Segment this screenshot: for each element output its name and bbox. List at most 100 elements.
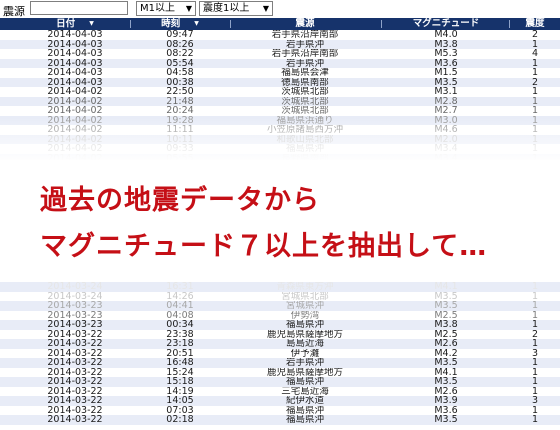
cell-date: 2014-03-24 [47,291,103,301]
cell-intensity: 1 [531,377,539,387]
sort-desc-icon: ▼ [194,20,199,27]
epicenter-search-input[interactable] [30,1,128,15]
cell-epicenter: 茨城県北部 [281,106,329,116]
cell-magnitude: M2.7 [434,106,458,116]
cell-magnitude: M3.5 [434,377,458,387]
cell-date: 2014-03-22 [47,339,103,349]
cell-epicenter: 青森県東方沖 [276,282,334,292]
cell-intensity: 2 [531,30,539,40]
table-row[interactable]: 2014-03-23 04:08 伊勢湾 M2.5 1 [0,310,560,320]
cell-date: 2014-03-22 [47,358,103,368]
table-row[interactable]: 2014-04-02 22:50 茨城県北部 M3.1 1 [0,87,560,97]
cell-date: 2014-03-23 [47,310,103,320]
table-row[interactable]: 2014-04-02 20:24 茨城県北部 M2.7 1 [0,106,560,116]
cell-intensity: 1 [531,301,539,311]
cell-magnitude: M3.6 [434,405,458,415]
cell-time: 04:08 [166,310,194,320]
cell-intensity: 4 [531,49,539,59]
cell-magnitude: M3.8 [434,320,458,330]
cell-time: 20:24 [166,106,194,116]
table-row[interactable]: 2014-03-23 04:41 宮城県沖 M3.5 1 [0,301,560,311]
table-row[interactable]: 2014-04-03 08:26 岩手県沖 M3.8 1 [0,39,560,49]
cell-time: 14:05 [166,396,194,406]
table-row[interactable]: 2014-03-22 23:38 鹿児島県薩摩地方 M2.5 2 [0,329,560,339]
cell-epicenter: 紀伊水道 [285,396,324,406]
cell-time: 14:19 [166,386,194,396]
table-row[interactable]: 2014-04-03 05:54 岩手県沖 M3.6 1 [0,58,560,68]
cell-time: 22:50 [166,87,194,97]
cell-epicenter: 島島近海 [285,339,324,349]
cell-date: 2014-04-03 [47,39,103,49]
cell-date: 2014-03-22 [47,396,103,406]
overlay-caption-line-2: マグニチュード７以上を抽出して… [40,231,488,262]
table-row[interactable]: 2014-03-24 14:26 宮城県北部 M3.5 1 [0,291,560,301]
table-row[interactable]: 2014-03-22 14:05 紀伊水道 M3.9 3 [0,396,560,406]
cell-intensity: 1 [531,310,539,320]
cell-epicenter: 岩手県沖 [285,39,324,49]
chevron-down-icon: ▼ [185,4,192,13]
cell-magnitude: M4.1 [434,282,458,292]
intensity-select[interactable]: 震度1以上 ▼ [199,1,273,16]
cell-intensity: 1 [531,282,539,292]
cell-time: 16:48 [166,358,194,368]
cell-magnitude: M3.5 [434,77,458,87]
table-row[interactable]: 2014-03-22 02:18 福島県沖 M3.5 1 [0,415,560,425]
cell-epicenter: 岩手県沖 [285,58,324,68]
cell-magnitude: M3.5 [434,301,458,311]
column-header-epicenter[interactable]: 震源 [230,18,380,30]
table-row[interactable]: 2014-03-22 15:24 鹿児島県薩摩地方 M4.1 1 [0,367,560,377]
table-row[interactable]: 2014-03-22 15:18 福島県沖 M3.5 1 [0,377,560,387]
cell-date: 2014-03-22 [47,367,103,377]
column-header-intensity[interactable]: 震度 [510,18,560,30]
cell-intensity: 1 [531,39,539,49]
table-row[interactable]: 2014-03-22 20:51 伊予灘 M4.2 3 [0,348,560,358]
epicenter-label: 震源 [3,5,25,18]
table-row[interactable]: 2014-03-22 16:48 岩手県沖 M3.5 1 [0,358,560,368]
cell-intensity: 1 [531,58,539,68]
cell-magnitude: M2.5 [434,329,458,339]
cell-magnitude: M3.1 [434,87,458,97]
cell-intensity: 1 [531,68,539,78]
table-row[interactable]: 2014-04-03 09:47 岩手県沿岸南部 M4.0 2 [0,30,560,40]
cell-date: 2014-03-23 [47,301,103,311]
cell-time: 08:26 [166,39,194,49]
cell-magnitude: M3.9 [434,396,458,406]
cell-epicenter: 茨城県北部 [281,87,329,97]
cell-date: 2014-03-22 [47,405,103,415]
table-row[interactable]: 2014-03-23 00:34 福島県沖 M3.8 1 [0,320,560,330]
cell-intensity: 1 [531,87,539,97]
table-row[interactable]: 2014-03-22 07:03 福島県沖 M3.6 1 [0,405,560,415]
cell-time: 04:58 [166,68,194,78]
cell-time: 02:18 [166,415,194,425]
table-row[interactable]: 2014-04-02 21:48 茨城県北部 M2.8 1 [0,96,560,106]
cell-epicenter: 福島県会津 [281,68,329,78]
cell-time: 16:31 [166,282,194,292]
cell-time: 09:47 [166,30,194,40]
cell-epicenter: 岩手県沿岸南部 [271,49,339,59]
column-header-magnitude[interactable]: マグニチュード [382,18,510,30]
cell-magnitude: M3.5 [434,358,458,368]
overlay-caption-line-1: 過去の地震データから [40,185,320,216]
table-row[interactable]: 2014-03-22 23:18 島島近海 M2.6 1 [0,339,560,349]
table-row[interactable]: 2014-04-03 04:58 福島県会津 M1.5 1 [0,68,560,78]
table-row[interactable]: 2014-04-03 00:38 徳島県南部 M3.5 2 [0,77,560,87]
table-row[interactable]: 2014-03-22 14:19 三宅島近海 M2.6 1 [0,386,560,396]
cell-epicenter: 徳島県南部 [281,77,329,87]
cell-epicenter: 三宅島近海 [281,386,329,396]
cell-magnitude: M3.5 [434,291,458,301]
table-row[interactable]: 2014-03-24 16:31 青森県東方沖 M4.1 1 [0,282,560,292]
magnitude-select-value: M1以上 [140,3,175,14]
cell-epicenter: 福島県沖 [285,377,324,387]
cell-date: 2014-04-02 [47,87,103,97]
column-header-date[interactable]: 日付 ▼ [20,18,130,31]
magnitude-select[interactable]: M1以上 ▼ [136,1,196,16]
cell-date: 2014-04-03 [47,77,103,87]
cell-magnitude: M4.2 [434,348,458,358]
earthquake-table-continued: 2014-03-24 16:31 青森県東方沖 M4.1 1 2014-03-24 14:2… [0,282,560,425]
cell-date: 2014-04-03 [47,68,103,78]
cell-magnitude: M2.6 [434,339,458,349]
cell-date: 2014-04-03 [47,49,103,59]
column-header-time[interactable]: 時刻 ▼ [130,18,230,31]
table-row[interactable]: 2014-04-03 08:22 岩手県沿岸南部 M5.3 4 [0,49,560,59]
cell-intensity: 3 [531,396,539,406]
